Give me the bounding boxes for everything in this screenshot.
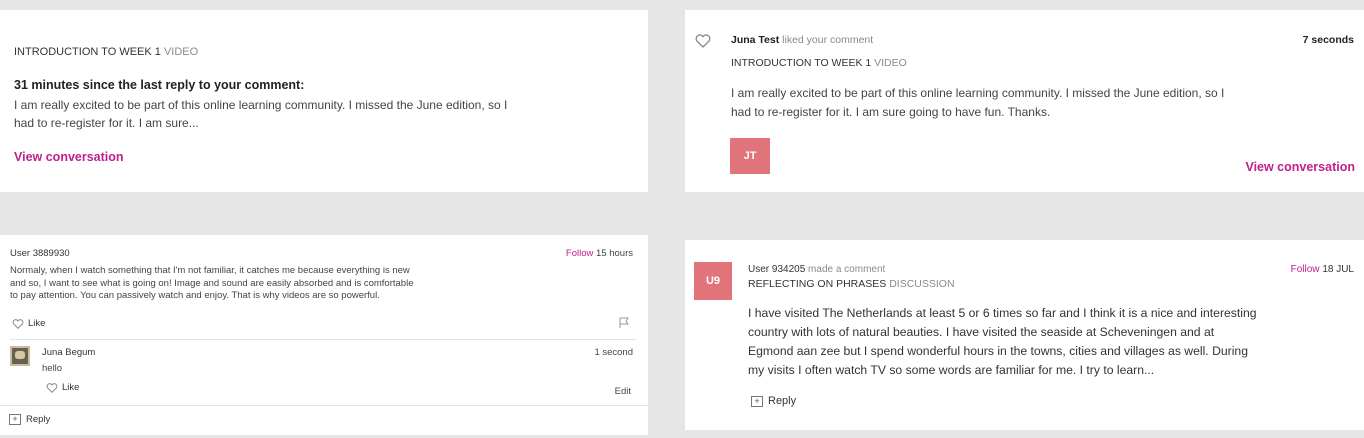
edit-button[interactable]: Edit [615,385,631,398]
step-heading: REFLECTING ON PHRASES DISCUSSION [748,278,955,290]
user-name[interactable]: User 934205 [748,264,805,275]
activity-text: liked your comment [782,34,874,46]
comment-body-line: Normaly, when I watch something that I'm… [10,265,410,276]
step-heading: INTRODUCTION TO WEEK 1 VIDEO [14,46,198,58]
like-label: Like [28,318,46,329]
timestamp: 15 hours [596,248,633,259]
comment-body-line: Egmond aan zee but I spend wonderful hou… [748,344,1248,358]
date: 18 JUL [1322,264,1354,275]
follow-button[interactable]: Follow [566,248,593,259]
comment-excerpt-line: I am really excited to be part of this o… [14,98,508,112]
reply-icon: + [751,395,763,407]
comment-body: I am really excited to be part of this o… [731,84,1224,122]
step-type: VIDEO [163,46,199,58]
step-type: VIDEO [874,57,907,69]
avatar-face [15,351,25,359]
notification-headline: 31 minutes since the last reply to your … [14,78,305,92]
step-title[interactable]: INTRODUCTION TO WEEK 1 [731,57,871,69]
heart-icon [12,318,24,329]
comment-excerpt-line: had to re-register for it. I am sure... [14,116,199,130]
comment-body-line: I am really excited to be part of this o… [731,86,1225,100]
notification-card-like: Juna Test liked your comment 7 seconds I… [685,10,1364,192]
reply-like-button[interactable]: Like [46,381,79,394]
step-type: DISCUSSION [889,278,955,290]
step-heading: INTRODUCTION TO WEEK 1 VIDEO [731,57,907,69]
comment-body-line: had to re-register for it. I am sure goi… [731,105,1051,119]
comment-activity: User 934205 made a comment [748,264,885,275]
reply-timestamp: 1 second [594,347,633,358]
avatar[interactable]: JT [730,138,770,174]
comment-body-line: my visits I often watch TV so some words… [748,363,1155,377]
comment-body-line: country with lots of natural beauties. I… [748,325,1215,339]
timestamp: 7 seconds [1302,34,1354,46]
activity-text: made a comment [808,264,886,275]
heart-icon [46,382,58,393]
avatar[interactable] [10,346,30,366]
like-activity: Juna Test liked your comment [731,34,873,46]
notification-card-reply: INTRODUCTION TO WEEK 1 VIDEO 31 minutes … [0,10,648,192]
reply-user-name[interactable]: Juna Begum [42,346,95,359]
divider [0,405,648,406]
comment-body: Normaly, when I watch something that I'm… [10,265,413,303]
comment-card-thread: User 3889930 Follow 15 hours Normaly, wh… [0,235,648,435]
comment-body-line: and so, I want to see what is going on! … [10,277,414,289]
view-conversation-link[interactable]: View conversation [1245,160,1355,174]
comment-meta: Follow 18 JUL [1291,264,1354,275]
view-conversation-link[interactable]: View conversation [14,150,124,164]
reply-text: hello [42,363,63,374]
reply-icon: + [9,414,21,425]
reply-label: Reply [26,414,51,425]
reply-button[interactable]: + Reply [751,395,796,407]
comment-body: I have visited The Netherlands at least … [748,304,1257,380]
comment-excerpt: I am really excited to be part of this o… [14,96,507,132]
reply-label: Reply [768,395,797,407]
follow-button[interactable]: Follow [1291,264,1320,275]
comment-meta: Follow 15 hours [566,247,633,260]
like-label: Like [62,382,80,393]
step-title[interactable]: INTRODUCTION TO WEEK 1 [14,46,161,58]
user-name[interactable]: User 3889930 [10,247,70,260]
heart-icon[interactable] [695,34,711,48]
step-title[interactable]: REFLECTING ON PHRASES [748,278,886,290]
user-name[interactable]: Juna Test [731,34,779,46]
avatar[interactable]: U9 [694,262,732,300]
comment-card-activity: U9 User 934205 made a comment Follow 18 … [685,240,1364,430]
reply-button[interactable]: + Reply [9,413,50,426]
comment-body-line: I have visited The Netherlands at least … [748,306,1257,320]
like-button[interactable]: Like [12,317,45,330]
comment-body-line: to pay attention. You can passively watc… [10,290,380,301]
divider [10,339,636,340]
flag-icon[interactable] [618,317,630,329]
